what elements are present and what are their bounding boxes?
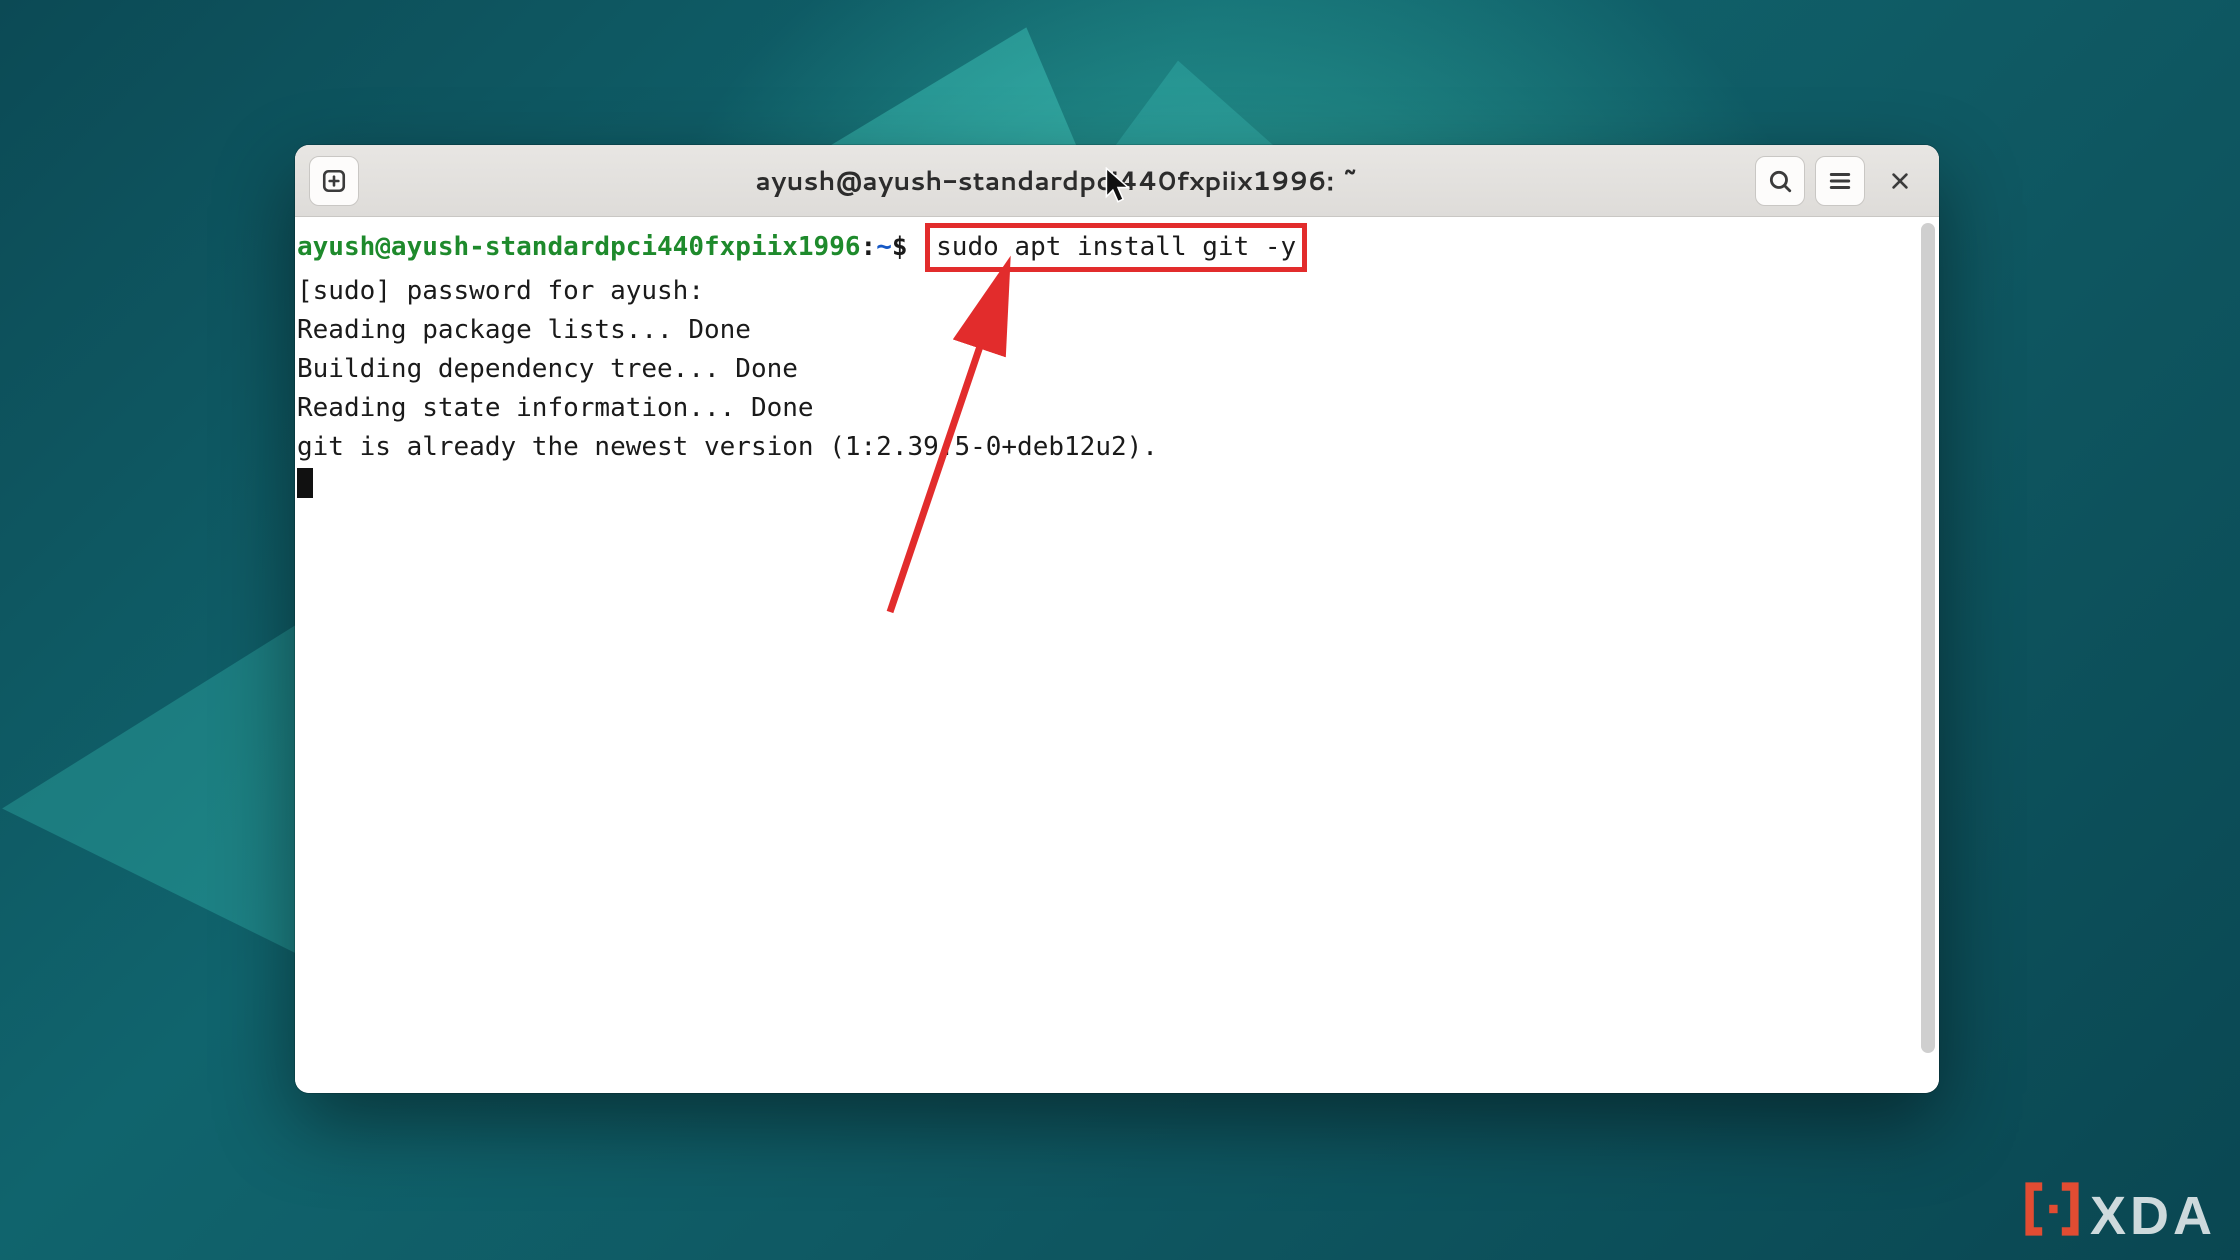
terminal-viewport[interactable]: ayush@ayush-standardpci440fxpiix1996:~$ … (295, 217, 1939, 1093)
search-icon (1767, 168, 1793, 194)
output-line: Reading state information... Done (297, 393, 814, 423)
hamburger-menu-button[interactable] (1815, 156, 1865, 206)
output-line: Reading package lists... Done (297, 315, 751, 345)
close-window-button[interactable] (1875, 156, 1925, 206)
close-icon (1889, 170, 1911, 192)
output-line: [sudo] password for ayush: (297, 276, 704, 306)
watermark-text: XDA (2090, 1185, 2216, 1247)
window-titlebar[interactable]: ayush@ayush-standardpci440fxpiix1996: ~ (295, 145, 1939, 217)
command-highlight-box: sudo apt install git -y (925, 223, 1307, 272)
watermark-bracket-icon (2024, 1181, 2080, 1250)
terminal-cursor (297, 468, 313, 498)
terminal-window: ayush@ayush-standardpci440fxpiix1996: ~ (295, 145, 1939, 1093)
plus-tab-icon (321, 168, 347, 194)
xda-watermark: XDA (2024, 1181, 2216, 1250)
output-line: git is already the newest version (1:2.3… (297, 432, 1158, 462)
terminal-scrollbar[interactable] (1921, 223, 1935, 1053)
new-tab-button[interactable] (309, 156, 359, 206)
prompt-path: ~ (876, 232, 892, 262)
typed-command: sudo apt install git -y (936, 232, 1296, 262)
prompt-separator: : (861, 232, 877, 262)
prompt-dollar: $ (892, 232, 908, 262)
terminal-output[interactable]: ayush@ayush-standardpci440fxpiix1996:~$ … (295, 217, 1917, 1093)
output-line: Building dependency tree... Done (297, 354, 798, 384)
prompt-user-host: ayush@ayush-standardpci440fxpiix1996 (297, 232, 861, 262)
window-title: ayush@ayush-standardpci440fxpiix1996: ~ (369, 163, 1745, 199)
hamburger-icon (1827, 168, 1853, 194)
search-button[interactable] (1755, 156, 1805, 206)
